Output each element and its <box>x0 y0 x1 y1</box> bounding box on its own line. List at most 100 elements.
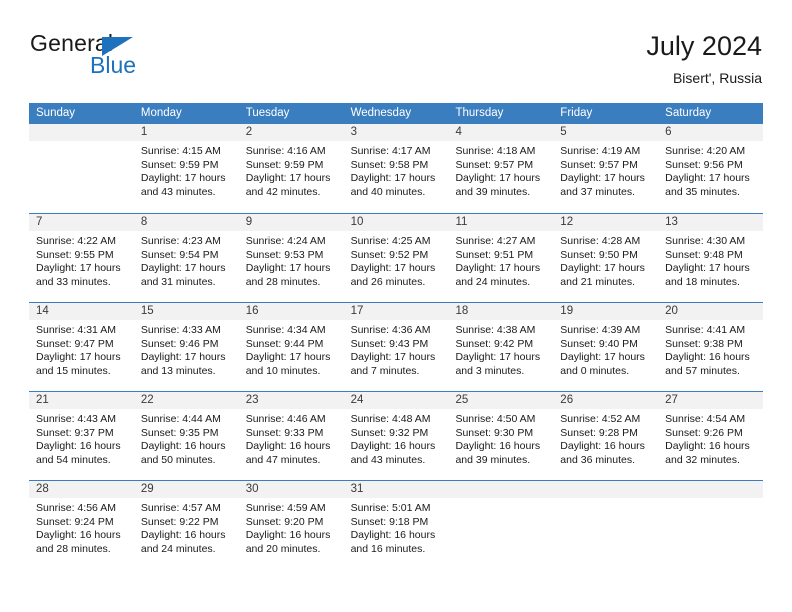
day-details <box>658 498 763 502</box>
day-detail-line: Daylight: 16 hours <box>140 529 226 542</box>
calendar-day-cell[interactable]: 26 Sunrise: 4:52 AM Sunset: 9:28 PM Dayligh… <box>553 392 659 480</box>
day-detail-line: Sunset: 9:48 PM <box>665 248 743 261</box>
calendar-day-cell[interactable]: 23 Sunrise: 4:46 AM Sunset: 9:33 PM Dayligh… <box>238 392 344 480</box>
day-number: 3 <box>350 126 357 138</box>
day-detail-line: Sunset: 9:18 PM <box>350 515 429 528</box>
day-detail-line: and 39 minutes. <box>455 185 531 198</box>
day-detail-line: Sunrise: 4:36 AM <box>350 324 431 336</box>
day-detail-line: Sunset: 9:38 PM <box>665 337 743 350</box>
day-number-band: 19 <box>553 303 659 320</box>
day-detail-line: Sunset: 9:28 PM <box>560 426 638 439</box>
day-detail-line: Daylight: 16 hours <box>245 529 331 542</box>
calendar-day-cell[interactable]: 9 Sunrise: 4:24 AM Sunset: 9:53 PM Daylight… <box>238 214 344 302</box>
day-detail-line: and 33 minutes. <box>36 275 111 288</box>
day-details: Sunrise: 4:56 AM Sunset: 9:24 PM Daylight:… <box>29 498 134 556</box>
day-detail-line: Daylight: 17 hours <box>140 262 226 275</box>
day-number-band: 28 <box>29 481 134 498</box>
day-detail-line: Sunset: 9:55 PM <box>36 248 114 261</box>
day-number: 2 <box>245 126 253 138</box>
day-detail-line: Sunrise: 4:34 AM <box>245 324 326 336</box>
day-detail-line: Daylight: 17 hours <box>245 262 331 275</box>
calendar-day-cell[interactable]: 16 Sunrise: 4:34 AM Sunset: 9:44 PM Dayligh… <box>238 303 344 391</box>
day-number: 13 <box>665 216 678 228</box>
day-number: 21 <box>36 394 49 406</box>
day-detail-line: and 18 minutes. <box>665 275 740 288</box>
day-detail-line: Daylight: 17 hours <box>36 351 121 364</box>
calendar-day-cell[interactable]: 5 Sunrise: 4:19 AM Sunset: 9:57 PM Daylight… <box>553 124 659 213</box>
calendar-day-cell[interactable]: 21 Sunrise: 4:43 AM Sunset: 9:37 PM Dayligh… <box>29 392 134 480</box>
day-detail-line: Sunset: 9:47 PM <box>36 337 114 350</box>
calendar-day-cell[interactable]: 15 Sunrise: 4:33 AM Sunset: 9:46 PM Dayligh… <box>133 303 239 391</box>
day-detail-line: Daylight: 16 hours <box>455 440 541 453</box>
weekday-header-wednesday: Wednesday <box>350 107 412 119</box>
calendar-day-cell[interactable]: 14 Sunrise: 4:31 AM Sunset: 9:47 PM Dayligh… <box>29 303 134 391</box>
day-detail-line: Daylight: 17 hours <box>455 262 541 275</box>
day-detail-line: Sunset: 9:56 PM <box>665 158 743 171</box>
day-detail-line: Sunset: 9:57 PM <box>455 158 534 171</box>
calendar-day-cell[interactable]: 3 Sunrise: 4:17 AM Sunset: 9:58 PM Daylight… <box>343 124 449 213</box>
day-detail-line: Sunrise: 4:15 AM <box>140 145 221 157</box>
day-number: 14 <box>36 305 49 317</box>
day-detail-line: Sunrise: 4:48 AM <box>350 413 431 425</box>
day-detail-line: Daylight: 17 hours <box>140 351 226 364</box>
calendar-day-cell[interactable]: 22 Sunrise: 4:44 AM Sunset: 9:35 PM Dayligh… <box>133 392 239 480</box>
calendar-day-cell[interactable]: 6 Sunrise: 4:20 AM Sunset: 9:56 PM Daylight… <box>658 124 764 213</box>
day-detail-line: and 36 minutes. <box>560 453 636 466</box>
day-detail-line: Sunrise: 4:52 AM <box>560 413 641 425</box>
page-subtitle-location: Bisert', Russia <box>672 70 762 86</box>
day-details: Sunrise: 4:25 AM Sunset: 9:52 PM Daylight:… <box>344 231 449 289</box>
day-detail-line: Sunset: 9:35 PM <box>140 426 219 439</box>
calendar-day-cell[interactable]: 27 Sunrise: 4:54 AM Sunset: 9:26 PM Dayligh… <box>658 392 764 480</box>
calendar-day-cell[interactable]: 10 Sunrise: 4:25 AM Sunset: 9:52 PM Dayligh… <box>343 214 449 302</box>
calendar-day-cell[interactable]: 2 Sunrise: 4:16 AM Sunset: 9:59 PM Daylight… <box>238 124 344 213</box>
day-detail-line: and 40 minutes. <box>350 185 426 198</box>
day-detail-line: Sunset: 9:57 PM <box>560 158 638 171</box>
calendar-day-cell[interactable]: 1 Sunrise: 4:15 AM Sunset: 9:59 PM Daylight… <box>133 124 239 213</box>
day-details: Sunrise: 4:20 AM Sunset: 9:56 PM Daylight:… <box>658 141 763 199</box>
calendar-day-cell[interactable]: 11 Sunrise: 4:27 AM Sunset: 9:51 PM Dayligh… <box>448 214 554 302</box>
day-number: 5 <box>560 126 567 138</box>
day-detail-line: Sunrise: 4:28 AM <box>560 235 641 247</box>
day-detail-line: Daylight: 16 hours <box>350 529 436 542</box>
day-details: Sunrise: 4:41 AM Sunset: 9:38 PM Daylight:… <box>658 320 763 378</box>
day-detail-line: Daylight: 17 hours <box>665 172 750 185</box>
calendar-day-cell[interactable]: 4 Sunrise: 4:18 AM Sunset: 9:57 PM Daylight… <box>448 124 554 213</box>
day-detail-line: Sunrise: 4:54 AM <box>665 413 746 425</box>
day-details: Sunrise: 4:18 AM Sunset: 9:57 PM Daylight:… <box>448 141 553 199</box>
day-details <box>553 498 658 502</box>
day-detail-line: Sunrise: 4:30 AM <box>665 235 746 247</box>
day-details: Sunrise: 4:23 AM Sunset: 9:54 PM Daylight:… <box>134 231 239 289</box>
day-details: Sunrise: 5:01 AM Sunset: 9:18 PM Daylight:… <box>344 498 449 556</box>
calendar-day-cell[interactable]: 17 Sunrise: 4:36 AM Sunset: 9:43 PM Dayligh… <box>343 303 449 391</box>
day-detail-line: Daylight: 17 hours <box>140 172 226 185</box>
day-number-band: 3 <box>343 124 449 141</box>
day-number-band: 24 <box>343 392 449 409</box>
calendar-day-cell[interactable]: 25 Sunrise: 4:50 AM Sunset: 9:30 PM Dayligh… <box>448 392 554 480</box>
calendar-day-cell[interactable]: 31 Sunrise: 5:01 AM Sunset: 9:18 PM Dayligh… <box>343 481 449 569</box>
calendar-day-cell[interactable]: 28 Sunrise: 4:56 AM Sunset: 9:24 PM Dayligh… <box>29 481 134 569</box>
day-number-band: 20 <box>658 303 764 320</box>
day-details: Sunrise: 4:24 AM Sunset: 9:53 PM Daylight:… <box>239 231 344 289</box>
calendar-day-cell[interactable]: 19 Sunrise: 4:39 AM Sunset: 9:40 PM Dayligh… <box>553 303 659 391</box>
day-detail-line: Daylight: 17 hours <box>350 172 436 185</box>
calendar-day-cell[interactable]: 20 Sunrise: 4:41 AM Sunset: 9:38 PM Dayligh… <box>658 303 764 391</box>
day-detail-line: and 57 minutes. <box>665 364 740 377</box>
day-detail-line: Sunset: 9:50 PM <box>560 248 638 261</box>
calendar-day-cell[interactable]: 24 Sunrise: 4:48 AM Sunset: 9:32 PM Dayligh… <box>343 392 449 480</box>
day-detail-line: Sunset: 9:37 PM <box>36 426 114 439</box>
calendar-day-cell[interactable]: 8 Sunrise: 4:23 AM Sunset: 9:54 PM Daylight… <box>133 214 239 302</box>
calendar-day-cell[interactable]: 13 Sunrise: 4:30 AM Sunset: 9:48 PM Dayligh… <box>658 214 764 302</box>
calendar-day-cell[interactable]: 29 Sunrise: 4:57 AM Sunset: 9:22 PM Dayligh… <box>133 481 239 569</box>
day-detail-line: Sunset: 9:54 PM <box>140 248 219 261</box>
calendar-day-cell[interactable]: 7 Sunrise: 4:22 AM Sunset: 9:55 PM Daylight… <box>29 214 134 302</box>
day-detail-line: Daylight: 17 hours <box>560 262 645 275</box>
calendar-day-cell[interactable]: 18 Sunrise: 4:38 AM Sunset: 9:42 PM Dayligh… <box>448 303 554 391</box>
day-details: Sunrise: 4:38 AM Sunset: 9:42 PM Daylight:… <box>448 320 553 378</box>
day-number-band: 25 <box>448 392 554 409</box>
day-details: Sunrise: 4:52 AM Sunset: 9:28 PM Daylight:… <box>553 409 658 467</box>
day-detail-line: Sunrise: 4:20 AM <box>665 145 746 157</box>
calendar-day-cell[interactable]: 12 Sunrise: 4:28 AM Sunset: 9:50 PM Dayligh… <box>553 214 659 302</box>
weekday-header-friday: Friday <box>560 107 593 119</box>
calendar-day-cell[interactable]: 30 Sunrise: 4:59 AM Sunset: 9:20 PM Dayligh… <box>238 481 344 569</box>
general-blue-logo[interactable]: General Blue <box>30 30 290 90</box>
